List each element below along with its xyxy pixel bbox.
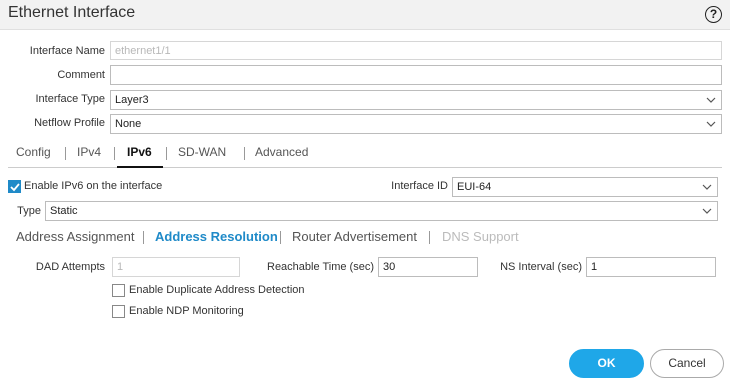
chevron-down-icon (702, 184, 712, 190)
cancel-button[interactable]: Cancel (650, 349, 724, 378)
subtab-address-resolution[interactable]: Address Resolution (155, 229, 278, 244)
ns-interval-input[interactable]: 1 (586, 257, 716, 277)
interface-type-value: Layer3 (115, 94, 149, 106)
subtab-separator (280, 231, 281, 244)
type-label: Type (17, 205, 41, 217)
active-tab-indicator (117, 166, 163, 168)
subtab-router-advertisement[interactable]: Router Advertisement (292, 229, 417, 244)
enable-ipv6-label: Enable IPv6 on the interface (24, 180, 163, 192)
enable-ndp-label: Enable NDP Monitoring (129, 305, 244, 317)
type-select[interactable]: Static (45, 201, 718, 221)
enable-ndp-checkbox[interactable] (112, 305, 125, 318)
interface-name-label: Interface Name (29, 45, 105, 57)
interface-id-label: Interface ID (391, 180, 448, 192)
enable-dad-label: Enable Duplicate Address Detection (129, 284, 305, 296)
enable-ipv6-checkbox[interactable] (8, 180, 21, 193)
dialog-title: Ethernet Interface (8, 4, 136, 21)
chevron-down-icon (706, 121, 716, 127)
tab-advanced[interactable]: Advanced (255, 145, 308, 159)
tab-ipv6[interactable]: IPv6 (127, 145, 152, 159)
dialog-titlebar: Ethernet Interface ? (0, 0, 730, 30)
interface-id-select[interactable]: EUI-64 (452, 177, 718, 197)
dad-attempts-label: DAD Attempts (35, 261, 105, 273)
comment-input[interactable] (110, 65, 722, 85)
interface-id-value: EUI-64 (457, 181, 492, 193)
tab-separator (65, 147, 66, 160)
netflow-profile-label: Netflow Profile (34, 117, 105, 129)
tab-ipv4[interactable]: IPv4 (77, 145, 101, 159)
interface-name-field: ethernet1/1 (110, 41, 722, 60)
reachable-time-label: Reachable Time (sec) (267, 261, 374, 273)
netflow-profile-value: None (115, 118, 142, 130)
netflow-profile-select[interactable]: None (110, 114, 722, 134)
checkmark-icon (10, 183, 20, 192)
subtab-dns-support: DNS Support (442, 229, 519, 244)
reachable-time-input[interactable]: 30 (378, 257, 478, 277)
tab-sd-wan[interactable]: SD-WAN (178, 145, 226, 159)
chevron-down-icon (706, 97, 716, 103)
subtab-separator (143, 231, 144, 244)
enable-dad-checkbox[interactable] (112, 284, 125, 297)
tab-separator (166, 147, 167, 160)
tab-separator (244, 147, 245, 160)
tab-separator (114, 147, 115, 160)
comment-label: Comment (57, 69, 105, 81)
help-icon[interactable]: ? (705, 6, 722, 23)
interface-type-select[interactable]: Layer3 (110, 90, 722, 110)
dad-attempts-input: 1 (112, 257, 240, 277)
tab-config[interactable]: Config (16, 145, 51, 159)
interface-type-label: Interface Type (35, 93, 105, 105)
chevron-down-icon (702, 208, 712, 214)
subtab-address-assignment[interactable]: Address Assignment (16, 229, 135, 244)
subtab-separator (429, 231, 430, 244)
ns-interval-label: NS Interval (sec) (500, 261, 582, 273)
ok-button[interactable]: OK (569, 349, 644, 378)
tabs-divider (8, 167, 722, 168)
type-value: Static (50, 205, 78, 217)
